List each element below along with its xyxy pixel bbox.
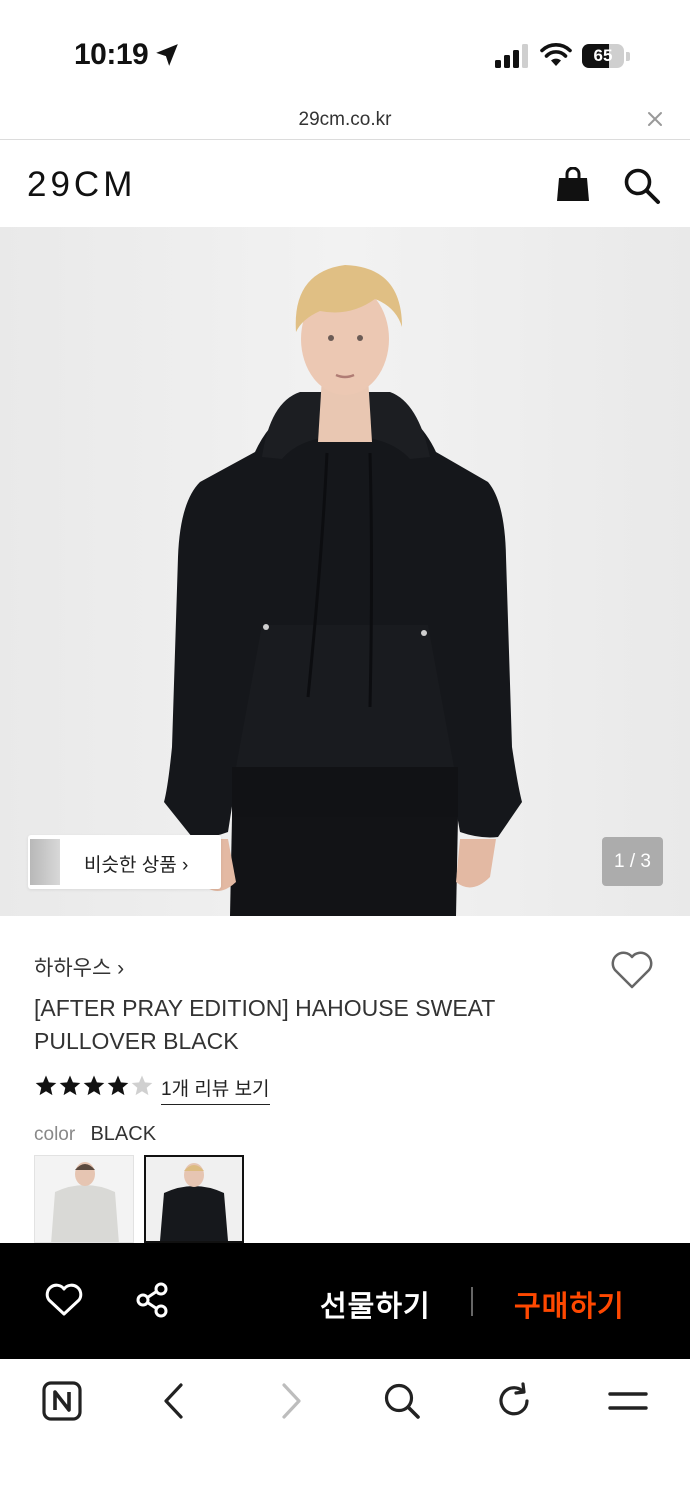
share-icon[interactable] (135, 1282, 171, 1318)
wifi-icon (540, 43, 572, 66)
url-bar[interactable]: 29cm.co.kr (0, 100, 690, 140)
star-icon (107, 1075, 129, 1096)
site-logo[interactable]: 29CM (27, 165, 136, 205)
back-icon[interactable] (155, 1381, 195, 1421)
image-page-counter: 1 / 3 (602, 837, 663, 886)
product-image[interactable]: 비슷한 상품 › 1 / 3 (0, 227, 690, 916)
color-value: BLACK (90, 1123, 157, 1145)
product-title: [AFTER PRAY EDITION] HAHOUSE SWEAT PULLO… (34, 995, 495, 1054)
color-swatch-gray[interactable] (34, 1155, 134, 1243)
star-icon (83, 1075, 105, 1096)
swatch-gray-image (35, 1156, 133, 1242)
heart-icon[interactable] (610, 950, 654, 990)
site-header: 29CM (0, 141, 690, 227)
gift-button[interactable]: 선물하기 (320, 1283, 431, 1325)
product-photo-model (0, 227, 690, 916)
wishlist-heart-icon[interactable] (45, 1283, 83, 1317)
similar-products-button[interactable]: 비슷한 상품 › (28, 835, 221, 889)
shopping-bag-icon[interactable] (556, 167, 590, 203)
browser-toolbar (0, 1359, 690, 1500)
similar-product-thumbnail (30, 839, 60, 885)
status-time: 10:19 (74, 38, 149, 71)
battery-icon: 65 (582, 44, 630, 68)
star-icon (35, 1075, 57, 1096)
similar-products-label: 비슷한 상품 › (84, 855, 189, 876)
signal-icon (495, 44, 528, 68)
color-row: color BLACK (34, 1123, 156, 1146)
color-label: color (34, 1124, 76, 1145)
reload-icon[interactable] (495, 1381, 535, 1421)
brand-link[interactable]: 하하우스 › (34, 952, 124, 982)
naver-icon[interactable] (42, 1381, 82, 1421)
star-icon (131, 1075, 153, 1096)
star-icon (59, 1075, 81, 1096)
purchase-action-bar: 선물하기 구매하기 (0, 1243, 690, 1359)
location-arrow-icon (156, 44, 178, 66)
status-bar: 10:19 65 (0, 0, 690, 100)
action-divider (471, 1287, 473, 1316)
menu-icon[interactable] (608, 1381, 648, 1421)
battery-level: 65 (593, 46, 613, 65)
close-icon[interactable] (646, 110, 664, 128)
url-domain[interactable]: 29cm.co.kr (0, 109, 690, 131)
search-icon[interactable] (382, 1381, 422, 1421)
swatch-black-image (146, 1157, 242, 1241)
buy-button[interactable]: 구매하기 (514, 1283, 625, 1325)
review-link[interactable]: 1개 리뷰 보기 (161, 1074, 270, 1105)
search-icon[interactable] (623, 167, 661, 205)
star-rating (34, 1074, 154, 1098)
forward-icon[interactable] (270, 1381, 310, 1421)
color-swatch-black[interactable] (144, 1155, 244, 1243)
